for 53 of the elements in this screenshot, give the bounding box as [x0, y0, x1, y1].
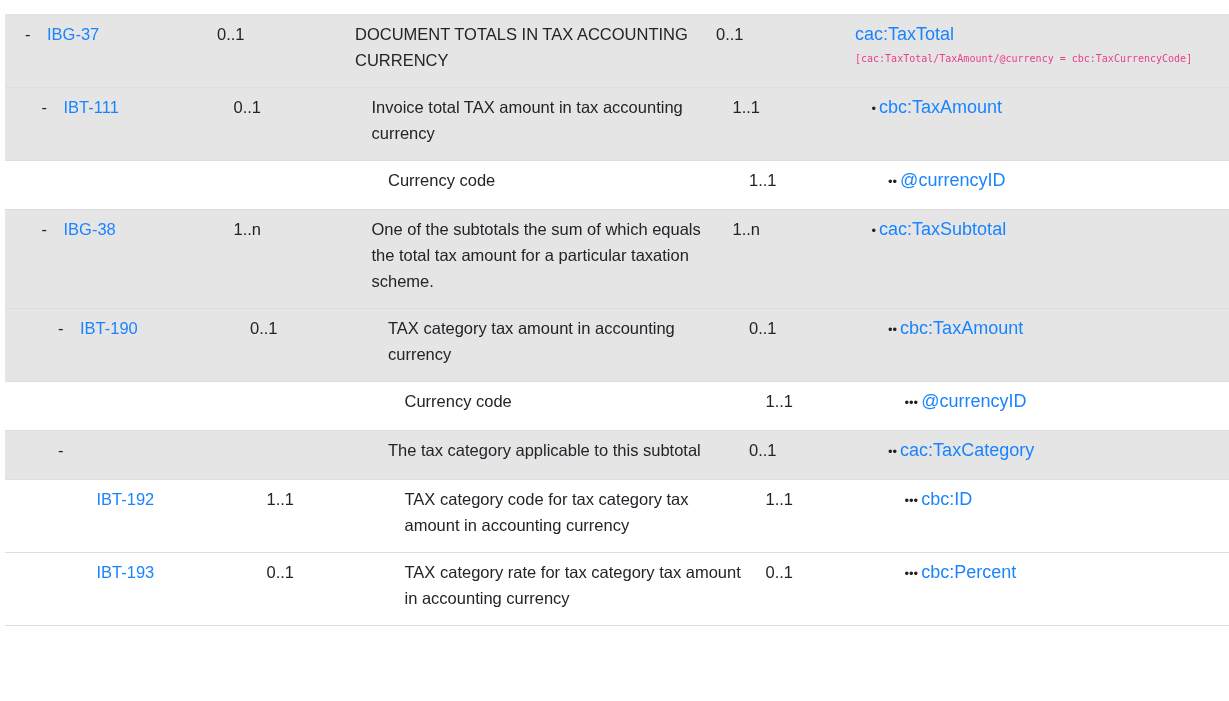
- xpath-link[interactable]: cbc:ID: [921, 489, 973, 509]
- xpath-link[interactable]: cbc:TaxAmount: [900, 318, 1024, 338]
- collapse-toggle[interactable]: -: [25, 25, 31, 43]
- cardinality-text: 0..1: [217, 24, 245, 45]
- level-bullets: ••: [888, 444, 898, 459]
- level-bullets: •••: [904, 566, 919, 581]
- level-bullets: •: [871, 223, 877, 238]
- cardinality-text: 1..1: [266, 489, 295, 510]
- xpath-link[interactable]: cac:TaxSubtotal: [879, 219, 1007, 239]
- cardinality-text: 0..1: [749, 440, 777, 461]
- description-text: One of the subtotals the sum of which equals the total tax amount for a particular taxation scheme.: [371, 219, 702, 292]
- description-text: TAX category tax amount in accounting currency: [388, 318, 676, 365]
- element-id-link[interactable]: IBT-193: [96, 563, 155, 581]
- cardinality-text: 1..n: [233, 219, 262, 240]
- cardinality-text: 1..1: [765, 489, 794, 510]
- level-bullets: •••: [904, 493, 919, 508]
- description-text: TAX category rate for tax category tax amount in accounting currency: [404, 562, 742, 609]
- description-text: Currency code: [388, 170, 496, 191]
- cardinality-text: 0..1: [765, 562, 794, 583]
- element-id-link[interactable]: IBT-111: [63, 98, 119, 116]
- description-text: TAX category code for tax category tax amount in accounting currency: [404, 489, 690, 536]
- cardinality-text: 1..n: [732, 219, 761, 240]
- collapse-toggle[interactable]: -: [41, 220, 47, 238]
- element-id-link[interactable]: IBG-38: [63, 220, 116, 238]
- level-bullets: •••: [904, 395, 919, 410]
- business-rule-text: [cac:TaxTotal/TaxAmount/@currency = cbc:TaxCurrencyCode]: [855, 52, 1194, 66]
- cardinality-text: 0..1: [266, 562, 295, 583]
- description-text: Invoice total TAX amount in tax accounting currency: [371, 97, 684, 144]
- description-text: DOCUMENT TOTALS IN TAX ACCOUNTING CURRENCY: [355, 24, 689, 71]
- cardinality-text: 1..1: [765, 391, 794, 412]
- element-id-link[interactable]: IBT-190: [80, 319, 138, 337]
- cardinality-text: 1..1: [749, 170, 777, 191]
- collapse-toggle[interactable]: -: [58, 441, 64, 459]
- collapse-toggle[interactable]: -: [58, 319, 64, 337]
- xpath-link[interactable]: cbc:TaxAmount: [879, 97, 1003, 117]
- level-bullets: ••: [888, 174, 898, 189]
- xpath-link[interactable]: @currencyID: [900, 170, 1006, 190]
- level-bullets: ••: [888, 322, 898, 337]
- description-text: Currency code: [404, 391, 512, 412]
- xpath-link[interactable]: cbc:Percent: [921, 562, 1017, 582]
- xpath-link[interactable]: cac:TaxTotal: [855, 24, 955, 44]
- description-text: The tax category applicable to this subtotal: [388, 440, 701, 461]
- collapse-toggle[interactable]: -: [41, 98, 47, 116]
- xpath-link[interactable]: cac:TaxCategory: [900, 440, 1035, 460]
- cardinality-text: 0..1: [749, 318, 777, 339]
- cardinality-text: 0..1: [233, 97, 262, 118]
- element-id-link[interactable]: IBT-192: [96, 490, 155, 508]
- cardinality-text: 0..1: [716, 24, 744, 45]
- element-id-link[interactable]: IBG-37: [47, 25, 100, 43]
- xpath-link[interactable]: @currencyID: [921, 391, 1027, 411]
- cardinality-text: 1..1: [732, 97, 761, 118]
- level-bullets: •: [871, 101, 877, 116]
- cardinality-text: 0..1: [250, 318, 278, 339]
